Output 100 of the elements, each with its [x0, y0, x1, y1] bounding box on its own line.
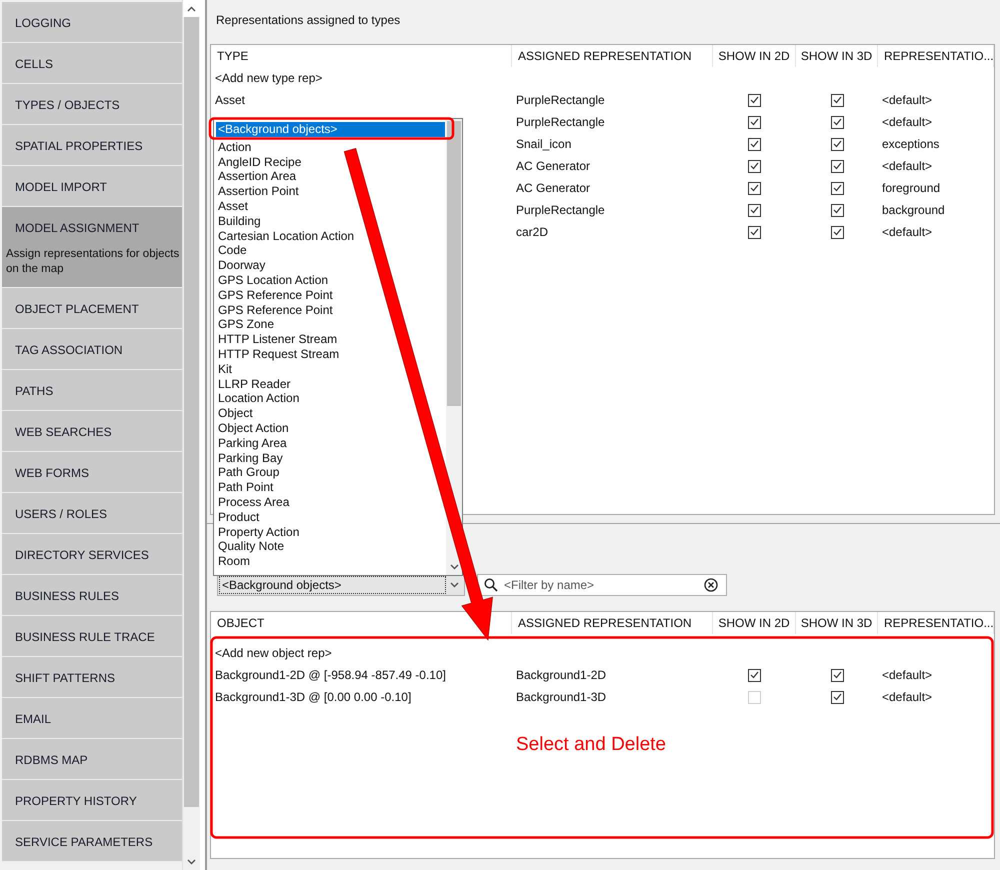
column-header[interactable]: SHOW IN 2D: [713, 45, 796, 67]
clear-icon[interactable]: [704, 578, 718, 592]
sidebar-item[interactable]: BUSINESS RULES: [2, 575, 182, 616]
dropdown-option[interactable]: Object: [216, 406, 253, 421]
sidebar-item[interactable]: EMAIL: [2, 698, 182, 739]
dropdown-option[interactable]: GPS Reference Point: [216, 288, 333, 303]
column-header[interactable]: ASSIGNED REPRESENTATION: [512, 612, 713, 634]
table-cell-text: PurpleRectangle: [515, 93, 606, 107]
checkbox[interactable]: [748, 116, 761, 128]
checkbox[interactable]: [830, 94, 844, 106]
checkbox[interactable]: [748, 182, 761, 194]
checkbox[interactable]: [830, 182, 844, 194]
add-row-link[interactable]: <Add new type rep>: [211, 71, 512, 85]
dropdown-option[interactable]: HTTP Listener Stream: [216, 332, 338, 347]
checkbox[interactable]: [748, 226, 761, 238]
checkbox[interactable]: [830, 690, 844, 704]
dropdown-option[interactable]: GPS Reference Point: [216, 302, 333, 318]
checkbox[interactable]: [748, 668, 761, 682]
sidebar-item[interactable]: LOGGING: [2, 2, 182, 43]
sidebar-item[interactable]: MODEL IMPORT: [2, 166, 182, 207]
checkbox[interactable]: [830, 226, 844, 238]
dropdown-option[interactable]: Path Group: [216, 465, 280, 480]
sidebar-item-label: SHIFT PATTERNS: [14, 670, 116, 685]
dropdown-option[interactable]: Assertion Point: [216, 184, 299, 199]
sidebar-item[interactable]: OBJECT PLACEMENT: [2, 288, 182, 329]
column-header[interactable]: SHOW IN 2D: [713, 612, 796, 634]
column-header[interactable]: SHOW IN 3D: [796, 45, 878, 67]
scroll-down-icon[interactable]: [450, 564, 458, 570]
column-header[interactable]: REPRESENTATIO...: [878, 612, 994, 634]
sidebar-item-label: TAG ASSOCIATION: [14, 342, 124, 357]
type-select[interactable]: <Background objects>: [217, 574, 465, 596]
sidebar-item[interactable]: BUSINESS RULE TRACE: [2, 616, 182, 657]
column-header[interactable]: SHOW IN 3D: [796, 612, 878, 634]
dropdown-option[interactable]: Assertion Area: [216, 169, 296, 184]
sidebar-item[interactable]: WEB SEARCHES: [2, 411, 182, 452]
dropdown-option[interactable]: Process Area: [216, 494, 290, 510]
scrollbar[interactable]: [182, 0, 200, 870]
sidebar-item[interactable]: WEB FORMS: [2, 452, 182, 493]
sidebar-item[interactable]: SPATIAL PROPERTIES: [2, 125, 182, 166]
dropdown-option[interactable]: Doorway: [216, 258, 266, 273]
checkbox[interactable]: [830, 116, 844, 128]
checkbox[interactable]: [830, 160, 844, 172]
sidebar-item[interactable]: USERS / ROLES: [2, 493, 182, 534]
dropdown-option[interactable]: Asset: [216, 198, 248, 214]
dropdown-option[interactable]: Cartesian Location Action: [216, 228, 354, 244]
sidebar-item[interactable]: TYPES / OBJECTS: [2, 84, 182, 125]
sidebar-item[interactable]: SHIFT PATTERNS: [2, 657, 182, 698]
search-icon: [484, 578, 498, 592]
table-cell-text: foreground: [881, 181, 942, 195]
sidebar-item-label: WEB FORMS: [14, 465, 90, 480]
sidebar-item[interactable]: SERVICE PARAMETERS: [2, 821, 182, 862]
checkbox[interactable]: [830, 668, 844, 682]
filter-field[interactable]: <Filter by name>: [477, 574, 727, 596]
sidebar-item[interactable]: TAG ASSOCIATION: [2, 329, 182, 370]
dropdown-option[interactable]: GPS Zone: [216, 317, 274, 332]
checkbox[interactable]: [748, 160, 761, 172]
table-cell-text: Snail_icon: [515, 137, 572, 151]
sidebar-item[interactable]: RDBMS MAP: [2, 739, 182, 780]
dropdown-option[interactable]: Property Action: [216, 524, 300, 540]
sidebar-item[interactable]: PATHS: [2, 370, 182, 411]
table-cell-text: PurpleRectangle: [515, 203, 606, 217]
scroll-up-icon[interactable]: [187, 6, 196, 12]
column-header[interactable]: ASSIGNED REPRESENTATION: [512, 45, 713, 67]
dropdown-option[interactable]: Kit: [216, 362, 232, 377]
dropdown-option[interactable]: Quality Note: [216, 539, 284, 554]
dropdown-option[interactable]: AngleID Recipe: [216, 154, 302, 170]
sidebar-item[interactable]: DIRECTORY SERVICES: [2, 534, 182, 575]
checkbox[interactable]: [830, 204, 844, 216]
sidebar-item-label: SERVICE PARAMETERS: [14, 834, 154, 849]
filter-input[interactable]: <Filter by name>: [504, 578, 698, 592]
scroll-down-icon[interactable]: [187, 858, 196, 864]
sidebar-item[interactable]: MODEL ASSIGNMENT Assign representations for objects on the map: [2, 207, 182, 288]
dropdown-option[interactable]: Action: [216, 140, 252, 155]
dropdown-option[interactable]: Product: [216, 510, 260, 525]
table-cell-text: <default>: [881, 668, 934, 682]
sidebar-item[interactable]: PROPERTY HISTORY: [2, 780, 182, 821]
column-header[interactable]: TYPE: [211, 45, 512, 67]
dropdown-option[interactable]: Parking Area: [216, 436, 287, 451]
dropdown-option[interactable]: Code: [216, 243, 247, 258]
dropdown-option[interactable]: LLRP Reader: [216, 376, 290, 392]
dropdown-option[interactable]: Path Point: [216, 480, 274, 495]
table-cell-text: Background1-3D: [515, 690, 608, 704]
sidebar-item[interactable]: CELLS: [2, 43, 182, 84]
add-row-link[interactable]: <Add new object rep>: [211, 646, 512, 660]
dropdown-option[interactable]: GPS Location Action: [216, 272, 328, 288]
dropdown-caret-icon[interactable]: [450, 582, 459, 588]
dropdown-option[interactable]: Location Action: [216, 391, 300, 406]
checkbox[interactable]: [748, 138, 761, 150]
checkbox[interactable]: [830, 138, 844, 150]
sidebar-item-label: EMAIL: [14, 711, 52, 726]
dropdown-option[interactable]: Object Action: [216, 420, 289, 436]
checkbox[interactable]: [748, 204, 761, 216]
dropdown-option[interactable]: Building: [216, 214, 261, 229]
column-header[interactable]: REPRESENTATIO...: [878, 45, 994, 67]
dropdown-option[interactable]: Room: [216, 554, 250, 569]
checkbox[interactable]: [748, 94, 761, 106]
sidebar-item-label: WEB SEARCHES: [14, 424, 113, 439]
dropdown-option[interactable]: <Background objects>: [216, 122, 445, 137]
dropdown-option[interactable]: Parking Bay: [216, 450, 283, 466]
dropdown-option[interactable]: HTTP Request Stream: [216, 346, 340, 362]
